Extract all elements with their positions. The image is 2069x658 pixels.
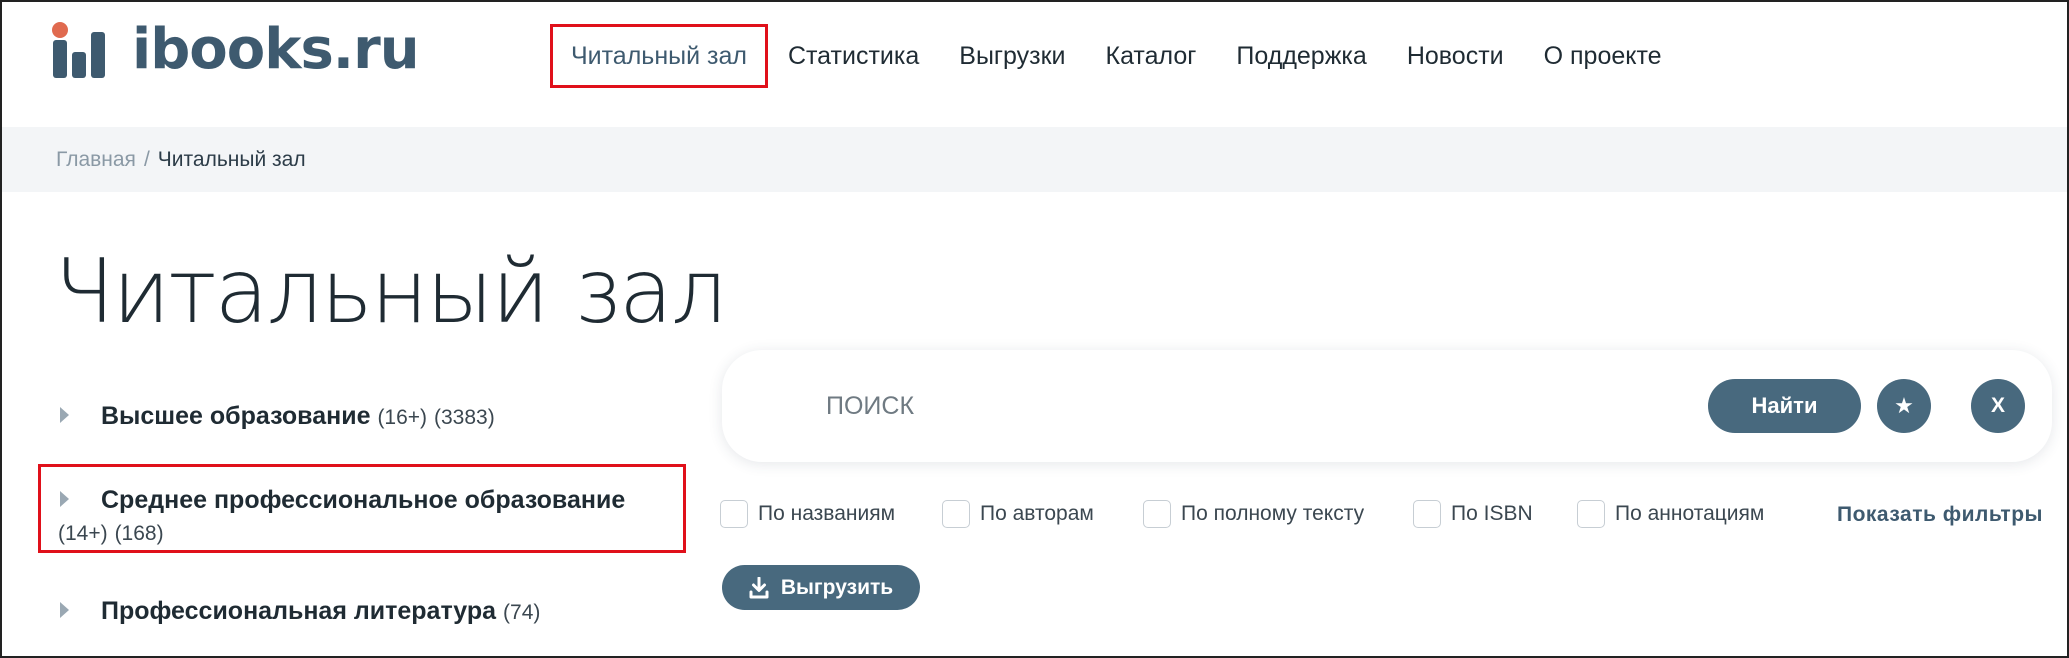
nav-item-reading-room[interactable]: Читальный зал [550, 24, 768, 88]
category-age: (14+) [58, 522, 108, 545]
category-professional-literature[interactable]: Профессиональная литература (74) [60, 595, 680, 629]
category-higher-education[interactable]: Высшее образование (16+) (3383) [60, 400, 680, 434]
nav-item-catalog[interactable]: Каталог [1086, 24, 1217, 88]
show-filters-link[interactable]: Показать фильтры [1837, 503, 2043, 527]
category-count: (74) [503, 601, 541, 624]
search-input[interactable] [826, 386, 1526, 426]
category-age: (16+) [377, 406, 428, 429]
checkbox[interactable] [1143, 500, 1171, 528]
expand-arrow-icon[interactable] [60, 602, 69, 618]
main-nav: Читальный зал Статистика Выгрузки Катало… [550, 24, 1682, 88]
category-secondary-vocational[interactable]: Среднее профессиональное образование (14… [58, 484, 678, 550]
category-name[interactable]: Высшее образование [101, 402, 370, 430]
search-panel: Найти ★ X [722, 350, 2052, 462]
category-count: (168) [114, 522, 164, 545]
download-icon [749, 576, 769, 599]
export-label: Выгрузить [780, 575, 894, 599]
filter-by-full-text[interactable]: По полному тексту [1143, 500, 1364, 528]
filter-label: По ISBN [1451, 502, 1533, 525]
breadcrumb: Главная / Читальный зал [56, 148, 306, 172]
checkbox[interactable] [1413, 500, 1441, 528]
expand-arrow-icon[interactable] [60, 407, 69, 423]
breadcrumb-current: Читальный зал [157, 148, 306, 171]
nav-item-exports[interactable]: Выгрузки [939, 24, 1085, 88]
checkbox[interactable] [942, 500, 970, 528]
nav-item-news[interactable]: Новости [1387, 24, 1524, 88]
logo-text: ibooks.ru [132, 17, 420, 82]
page-title: Читальный зал [54, 240, 727, 343]
filter-label: По авторам [980, 502, 1094, 525]
filter-by-annotation[interactable]: По аннотациям [1577, 500, 1764, 528]
nav-item-support[interactable]: Поддержка [1216, 24, 1386, 88]
star-icon: ★ [1894, 393, 1914, 418]
filter-label: По названиям [758, 502, 896, 525]
filter-label: По полному тексту [1181, 502, 1365, 525]
category-name[interactable]: Среднее профессиональное образование [101, 486, 625, 514]
expand-arrow-icon[interactable] [60, 491, 69, 507]
filter-by-author[interactable]: По авторам [942, 500, 1094, 528]
nav-item-about[interactable]: О проекте [1524, 24, 1682, 88]
breadcrumb-band [2, 127, 2067, 192]
breadcrumb-separator: / [143, 148, 150, 171]
clear-button[interactable]: X [1971, 379, 2025, 433]
category-count: (3383) [434, 406, 495, 429]
favorites-button[interactable]: ★ [1877, 379, 1931, 433]
logo-icon [52, 22, 118, 78]
breadcrumb-home-link[interactable]: Главная [56, 148, 136, 172]
filter-label: По аннотациям [1615, 502, 1765, 525]
export-button[interactable]: Выгрузить [722, 565, 920, 610]
filter-by-isbn[interactable]: По ISBN [1413, 500, 1533, 528]
checkbox[interactable] [720, 500, 748, 528]
category-name[interactable]: Профессиональная литература [101, 597, 496, 625]
filter-by-title[interactable]: По названиям [720, 500, 895, 528]
site-logo[interactable]: ibooks.ru [52, 17, 420, 82]
find-button[interactable]: Найти [1708, 379, 1861, 433]
checkbox[interactable] [1577, 500, 1605, 528]
nav-item-statistics[interactable]: Статистика [768, 24, 939, 88]
